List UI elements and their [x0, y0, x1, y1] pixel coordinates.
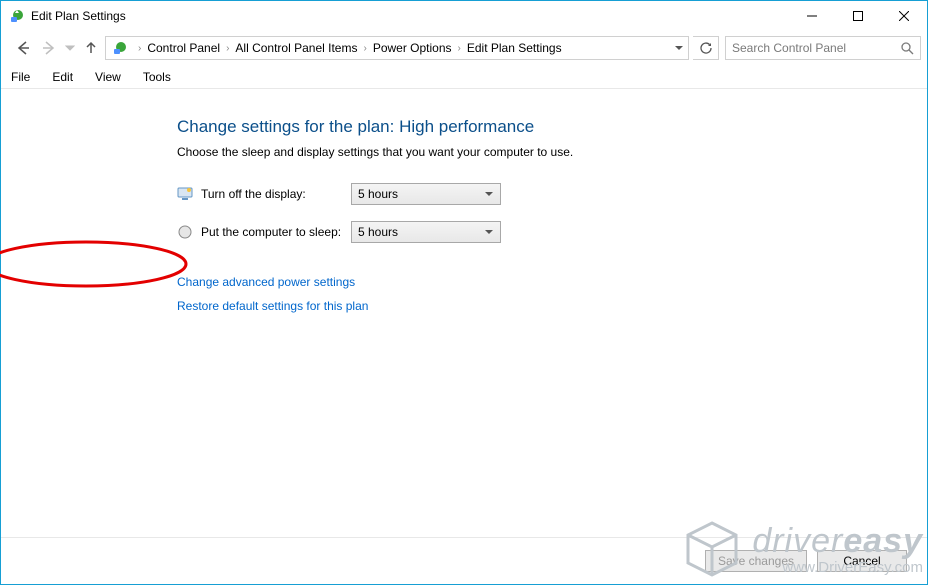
restore-defaults-link[interactable]: Restore default settings for this plan — [177, 299, 927, 313]
up-button[interactable] — [79, 36, 103, 60]
sleep-row: Put the computer to sleep: 5 hours — [177, 221, 927, 243]
window-title: Edit Plan Settings — [31, 9, 789, 23]
menubar: File Edit View Tools — [1, 65, 927, 89]
sleep-timeout-select[interactable]: 5 hours — [351, 221, 501, 243]
back-button[interactable] — [11, 36, 35, 60]
sleep-timeout-value: 5 hours — [358, 225, 398, 239]
chevron-right-icon: › — [132, 43, 147, 54]
chevron-right-icon: › — [452, 43, 467, 54]
search-input[interactable] — [732, 41, 901, 55]
navbar: › Control Panel › All Control Panel Item… — [1, 31, 927, 65]
cancel-button[interactable]: Cancel — [817, 550, 907, 572]
display-timeout-value: 5 hours — [358, 187, 398, 201]
sleep-label: Put the computer to sleep: — [201, 225, 351, 239]
close-button[interactable] — [881, 1, 927, 31]
breadcrumb-item[interactable]: Control Panel — [147, 41, 220, 55]
breadcrumb-item[interactable]: Edit Plan Settings — [467, 41, 562, 55]
annotation-circle — [0, 236, 196, 292]
button-bar: Save changes Cancel — [1, 538, 927, 584]
annotation-arrow — [0, 143, 81, 313]
refresh-button[interactable] — [693, 36, 719, 60]
moon-icon — [177, 224, 193, 240]
menu-file[interactable]: File — [11, 70, 30, 84]
monitor-icon — [177, 186, 193, 202]
menu-edit[interactable]: Edit — [52, 70, 73, 84]
window-root: Edit Plan Settings — [0, 0, 928, 585]
maximize-button[interactable] — [835, 1, 881, 31]
chevron-right-icon: › — [220, 43, 235, 54]
breadcrumb-item[interactable]: Power Options — [373, 41, 452, 55]
breadcrumb-icon — [112, 40, 128, 56]
breadcrumb[interactable]: › Control Panel › All Control Panel Item… — [105, 36, 689, 60]
recent-button[interactable] — [63, 36, 77, 60]
chevron-down-icon — [484, 227, 494, 237]
chevron-right-icon: › — [357, 43, 372, 54]
window-buttons — [789, 1, 927, 31]
page-heading: Change settings for the plan: High perfo… — [177, 117, 927, 137]
menu-tools[interactable]: Tools — [143, 70, 171, 84]
display-row: Turn off the display: 5 hours — [177, 183, 927, 205]
search-box[interactable] — [725, 36, 921, 60]
breadcrumb-item[interactable]: All Control Panel Items — [235, 41, 357, 55]
content-area: Change settings for the plan: High perfo… — [1, 89, 927, 538]
page-subtext: Choose the sleep and display settings th… — [177, 145, 927, 159]
advanced-settings-link[interactable]: Change advanced power settings — [177, 275, 927, 289]
chevron-down-icon[interactable] — [674, 43, 684, 53]
chevron-down-icon — [484, 189, 494, 199]
minimize-button[interactable] — [789, 1, 835, 31]
app-icon — [9, 8, 25, 24]
menu-view[interactable]: View — [95, 70, 121, 84]
save-button: Save changes — [705, 550, 807, 572]
titlebar: Edit Plan Settings — [1, 1, 927, 31]
forward-button[interactable] — [37, 36, 61, 60]
links-block: Change advanced power settings Restore d… — [177, 275, 927, 313]
display-label: Turn off the display: — [201, 187, 351, 201]
display-timeout-select[interactable]: 5 hours — [351, 183, 501, 205]
search-icon — [901, 42, 914, 55]
